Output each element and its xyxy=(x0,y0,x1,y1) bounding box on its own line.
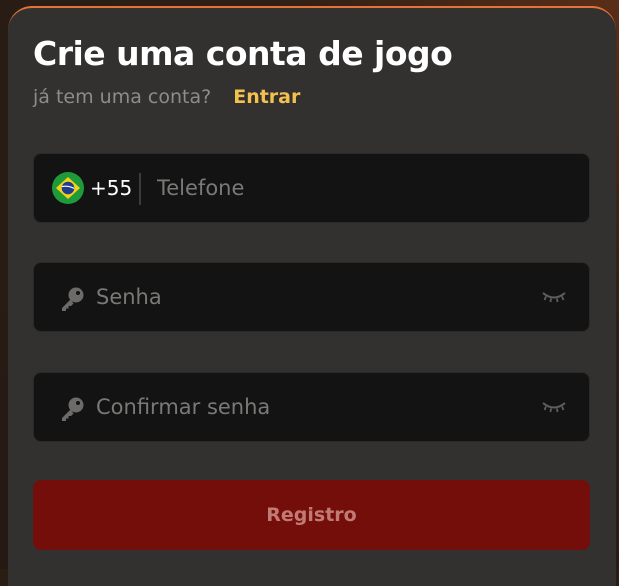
register-button[interactable]: Registro xyxy=(33,480,590,550)
login-link[interactable]: Entrar xyxy=(233,86,300,108)
eye-closed-icon[interactable] xyxy=(541,399,567,415)
brazil-flag-icon[interactable] xyxy=(52,172,84,204)
field-divider xyxy=(139,173,141,205)
password-field[interactable] xyxy=(33,262,590,332)
key-icon xyxy=(62,287,84,311)
login-prompt: já tem uma conta? Entrar xyxy=(33,86,300,108)
eye-closed-icon[interactable] xyxy=(541,289,567,305)
confirm-password-field[interactable] xyxy=(33,372,590,442)
login-prompt-text: já tem uma conta? xyxy=(33,86,212,108)
modal-title: Crie uma conta de jogo xyxy=(33,34,453,73)
phone-input[interactable] xyxy=(157,154,557,222)
register-modal: Crie uma conta de jogo já tem uma conta?… xyxy=(8,6,616,586)
key-icon xyxy=(62,397,84,421)
country-dial-code[interactable]: +55 xyxy=(90,176,132,200)
confirm-password-input[interactable] xyxy=(96,373,526,441)
password-input[interactable] xyxy=(96,263,526,331)
phone-field[interactable]: +55 xyxy=(33,153,590,223)
